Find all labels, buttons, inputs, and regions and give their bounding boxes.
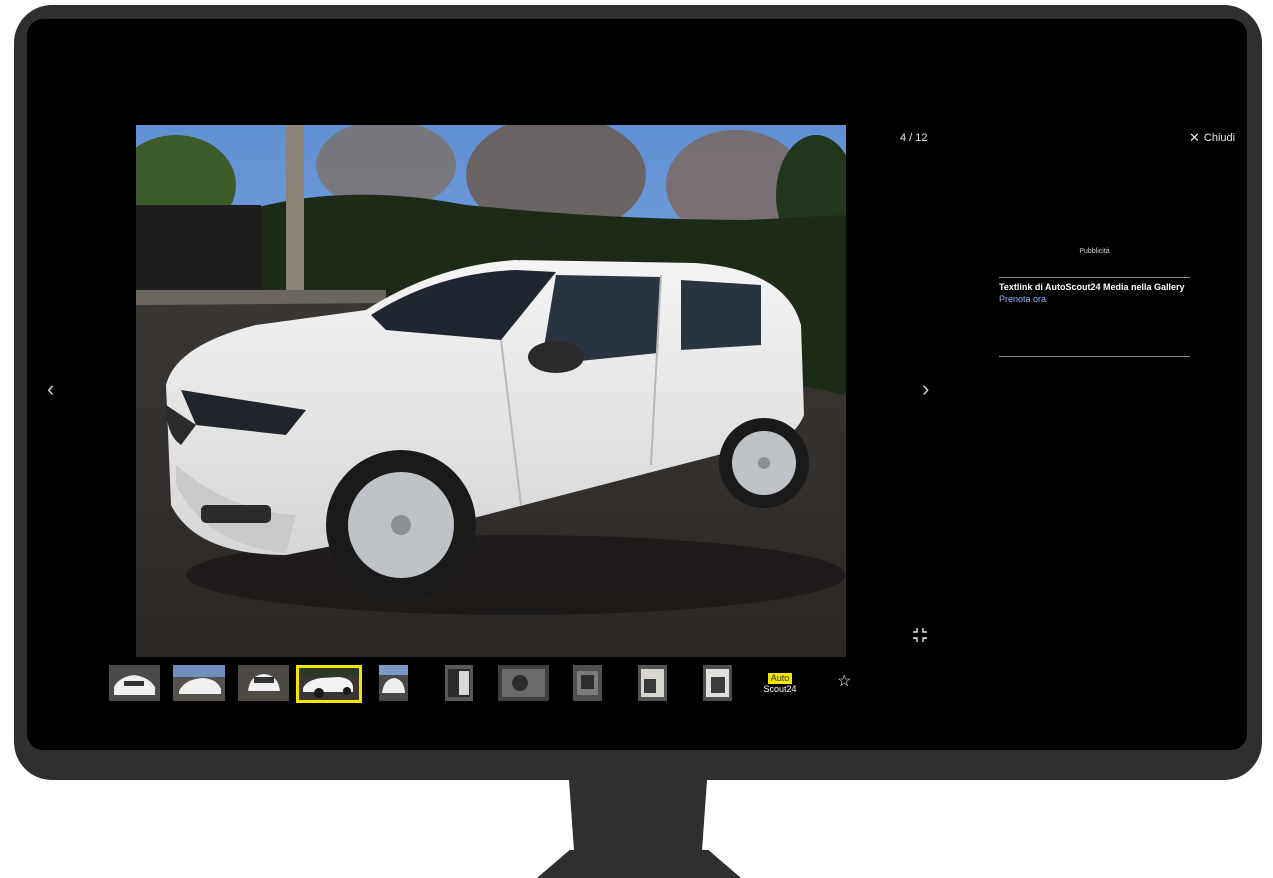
close-button[interactable]: ✕ Chiudi — [1189, 131, 1235, 144]
thumbnail-6[interactable] — [445, 665, 473, 701]
photo-counter: 4 / 12 — [900, 132, 928, 144]
monitor-stand-neck — [569, 780, 707, 858]
ad-title[interactable]: Textlink di AutoScout24 Media nella Gall… — [999, 282, 1185, 292]
thumbnail-9[interactable] — [638, 665, 667, 701]
thumbnail-8[interactable] — [573, 665, 602, 701]
chevron-right-icon[interactable]: › — [922, 378, 929, 400]
logo-scout-text: Scout24 — [763, 684, 797, 694]
chevron-left-icon[interactable]: ‹ — [47, 378, 54, 400]
autoscout24-logo-thumbnail[interactable]: Auto Scout24 — [761, 667, 799, 701]
car-photo — [136, 125, 846, 657]
exit-fullscreen-icon[interactable] — [911, 626, 929, 644]
thumbnail-7[interactable] — [498, 665, 549, 701]
star-outline-icon[interactable]: ☆ — [837, 671, 851, 691]
thumbnail-5[interactable] — [379, 665, 408, 701]
ad-divider-top — [999, 277, 1190, 278]
close-icon: ✕ — [1189, 130, 1200, 145]
ad-divider-bottom — [999, 356, 1190, 357]
logo-auto-text: Auto — [767, 673, 793, 684]
ad-link[interactable]: Prenota ora — [999, 294, 1046, 304]
thumbnail-4[interactable] — [296, 665, 362, 703]
thumbnail-10[interactable] — [703, 665, 732, 701]
ad-label: Pubblicità — [1079, 248, 1110, 255]
main-photo — [136, 125, 846, 657]
gallery-screen: 4 / 12 ✕ Chiudi ‹ › Pubblicità Textlink … — [27, 19, 1247, 750]
thumbnail-2[interactable] — [173, 665, 225, 701]
monitor-stand-base — [537, 850, 741, 878]
close-label: Chiudi — [1203, 131, 1236, 144]
thumbnail-1[interactable] — [109, 665, 160, 701]
thumbnail-3[interactable] — [238, 665, 289, 701]
